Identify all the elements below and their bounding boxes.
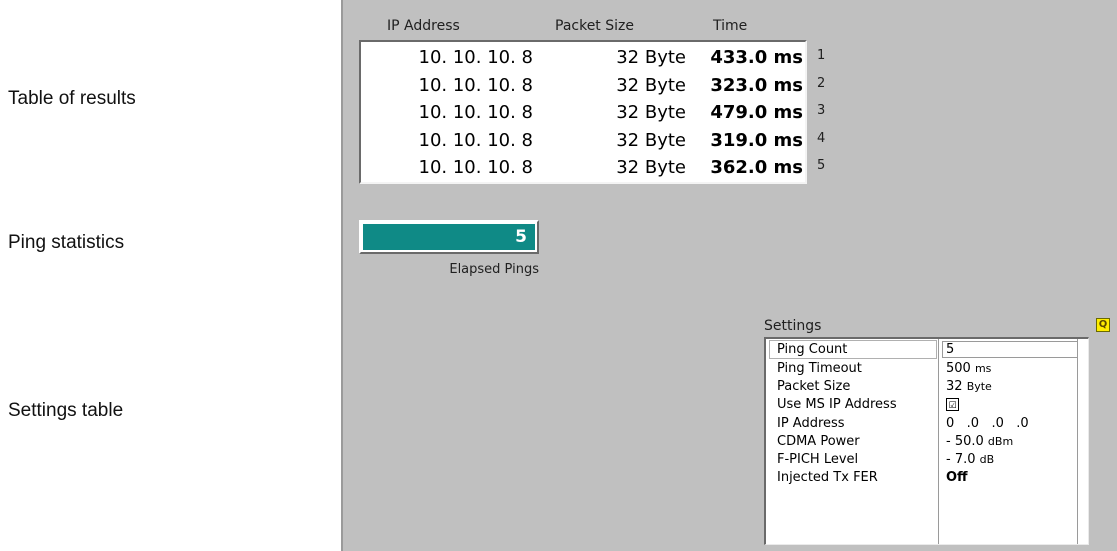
cell-time: 323.0 ms [710, 75, 803, 96]
setting-value[interactable]: 32 Byte [946, 377, 992, 396]
value-text: Off [946, 470, 968, 485]
table-row[interactable]: 10. 10. 10. 8 32 Byte 479.0 ms [361, 99, 805, 127]
page-root: Table of results Ping statistics Setting… [0, 0, 1117, 551]
value-text: - 50.0 [946, 434, 984, 449]
cell-packet-size: 32 Byte [616, 102, 686, 123]
setting-cdma-power[interactable]: CDMA Power - 50.0 dBm [766, 432, 1088, 451]
instrument-panel: IP Address Packet Size Time 10. 10. 10. … [341, 0, 1117, 551]
callout-settings-table: Settings table [8, 400, 124, 421]
setting-label: Ping Count [777, 342, 848, 357]
setting-f-pich-level[interactable]: F-PICH Level - 7.0 dB [766, 450, 1088, 469]
setting-ping-timeout[interactable]: Ping Timeout 500 ms [766, 359, 1088, 378]
setting-ping-count[interactable]: Ping Count 5 [766, 340, 1088, 359]
cell-ip-address: 10. 10. 10. 8 [418, 130, 534, 151]
table-row[interactable]: 10. 10. 10. 8 32 Byte 323.0 ms [361, 72, 805, 100]
elapsed-pings-label: Elapsed Pings [449, 262, 539, 277]
cell-ip-address: 10. 10. 10. 8 [418, 47, 534, 68]
value-text: 0 .0 .0 .0 [946, 416, 1029, 431]
settings-table: Ping Count 5 Ping Timeout 500 ms Packet … [764, 337, 1089, 545]
cell-packet-size: 32 Byte [616, 130, 686, 151]
cell-time: 433.0 ms [710, 47, 803, 68]
value-unit: dB [979, 453, 995, 466]
row-index: 1 [817, 48, 826, 63]
setting-packet-size[interactable]: Packet Size 32 Byte [766, 377, 1088, 396]
cell-packet-size: 32 Byte [616, 157, 686, 178]
value-unit: ms [974, 362, 992, 375]
row-index: 3 [817, 103, 826, 118]
table-row[interactable]: 10. 10. 10. 8 32 Byte 433.0 ms [361, 44, 805, 72]
setting-value[interactable]: 0 .0 .0 .0 [946, 414, 1029, 433]
table-row[interactable]: 10. 10. 10. 8 32 Byte 319.0 ms [361, 127, 805, 155]
cell-time: 479.0 ms [710, 102, 803, 123]
quick-access-icon[interactable]: Q [1096, 318, 1110, 332]
setting-use-ms-ip-address[interactable]: Use MS IP Address ☑ [766, 395, 1088, 414]
callout-table-of-results: Table of results [8, 88, 136, 109]
use-ms-ip-checkbox[interactable]: ☑ [946, 398, 959, 411]
header-ip-address: IP Address [387, 18, 460, 34]
setting-label: Ping Timeout [777, 361, 862, 376]
value-text: 32 [946, 379, 963, 394]
cell-time: 319.0 ms [710, 130, 803, 151]
cell-packet-size: 32 Byte [616, 47, 686, 68]
setting-label: Injected Tx FER [777, 470, 878, 485]
setting-label: Use MS IP Address [777, 397, 897, 412]
setting-injected-tx-fer[interactable]: Injected Tx FER Off [766, 468, 1088, 487]
setting-label: F-PICH Level [777, 452, 859, 467]
value-unit: Byte [966, 380, 992, 393]
header-packet-size: Packet Size [555, 18, 634, 34]
cell-ip-address: 10. 10. 10. 8 [418, 102, 534, 123]
cell-ip-address: 10. 10. 10. 8 [418, 75, 534, 96]
setting-label: Packet Size [777, 379, 851, 394]
settings-scrollbar[interactable] [1077, 339, 1088, 544]
value-text: 500 [946, 361, 971, 376]
settings-title: Settings [764, 318, 822, 334]
elapsed-pings-value: 5 [363, 224, 535, 250]
setting-value[interactable]: - 50.0 dBm [946, 432, 1013, 451]
callout-ping-statistics: Ping statistics [8, 232, 125, 253]
setting-value[interactable]: 5 [946, 340, 954, 359]
setting-value[interactable]: - 7.0 dB [946, 450, 994, 469]
cell-packet-size: 32 Byte [616, 75, 686, 96]
setting-value[interactable]: Off [946, 468, 968, 487]
value-text: - 7.0 [946, 452, 976, 467]
table-row[interactable]: 10. 10. 10. 8 32 Byte 362.0 ms [361, 154, 805, 182]
results-table[interactable]: 10. 10. 10. 8 32 Byte 433.0 ms 10. 10. 1… [359, 40, 807, 184]
setting-ip-address[interactable]: IP Address 0 .0 .0 .0 [766, 414, 1088, 433]
setting-label: IP Address [777, 416, 845, 431]
header-time: Time [713, 18, 748, 34]
checkmark-icon: ☑ [948, 401, 957, 411]
cell-time: 362.0 ms [710, 157, 803, 178]
ping-count-input-frame[interactable] [942, 341, 1079, 358]
setting-label: CDMA Power [777, 434, 860, 449]
elapsed-pings-display: 5 [359, 220, 539, 254]
setting-value[interactable]: 500 ms [946, 359, 991, 378]
row-index: 4 [817, 131, 826, 146]
value-text: 5 [946, 342, 955, 357]
row-index: 2 [817, 76, 826, 91]
cell-ip-address: 10. 10. 10. 8 [418, 157, 534, 178]
value-unit: dBm [987, 435, 1014, 448]
row-index: 5 [817, 158, 826, 173]
